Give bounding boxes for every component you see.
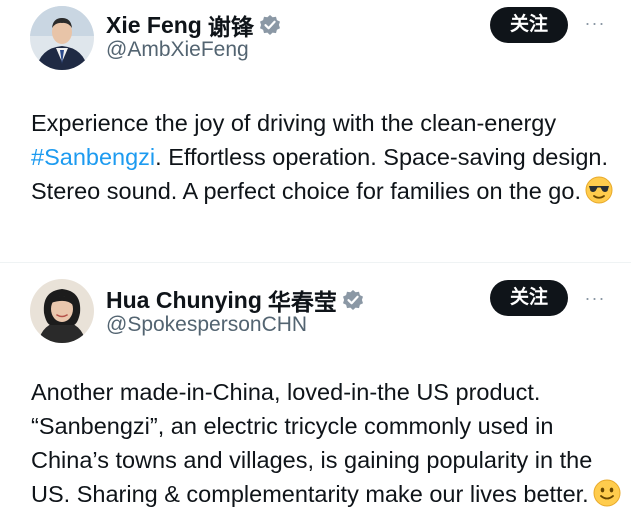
follow-button[interactable]: 关注	[490, 280, 568, 316]
sunglasses-emoji-icon	[585, 176, 613, 204]
author-name-line[interactable]: Hua Chunying 华春莹	[106, 283, 364, 317]
display-name[interactable]: Hua Chunying	[106, 287, 262, 314]
more-options-icon[interactable]: ···	[584, 289, 606, 307]
avatar-xie-feng[interactable]	[30, 6, 94, 70]
tweet-text-body: Another made-in-China, loved-in-the US p…	[31, 379, 593, 507]
tweet-text: Another made-in-China, loved-in-the US p…	[31, 375, 623, 511]
tweet-xie-feng[interactable]: Xie Feng 谢锋 @AmbXieFeng 关注 ··· Experienc…	[0, 0, 631, 262]
more-options-icon[interactable]: ···	[584, 14, 606, 32]
display-name[interactable]: Xie Feng	[106, 12, 202, 39]
verified-badge-icon	[342, 289, 364, 311]
author-name-line[interactable]: Xie Feng 谢锋	[106, 8, 281, 42]
hashtag-link[interactable]: #Sanbengzi	[31, 144, 155, 170]
smiling-face-emoji-icon	[593, 479, 621, 507]
tweet-text: Experience the joy of driving with the c…	[31, 106, 623, 208]
handle[interactable]: @AmbXieFeng	[106, 38, 249, 62]
handle[interactable]: @SpokespersonCHN	[106, 313, 307, 337]
verified-badge-icon	[259, 14, 281, 36]
follow-button[interactable]: 关注	[490, 7, 568, 43]
tweet-text-start: Experience the joy of driving with the c…	[31, 110, 557, 136]
avatar-hua-chunying[interactable]	[30, 279, 94, 343]
display-name-chinese[interactable]: 谢锋	[208, 8, 254, 42]
display-name-chinese[interactable]: 华春莹	[268, 283, 337, 317]
tweet-hua-chunying[interactable]: Hua Chunying 华春莹 @SpokespersonCHN 关注 ···…	[0, 262, 631, 528]
